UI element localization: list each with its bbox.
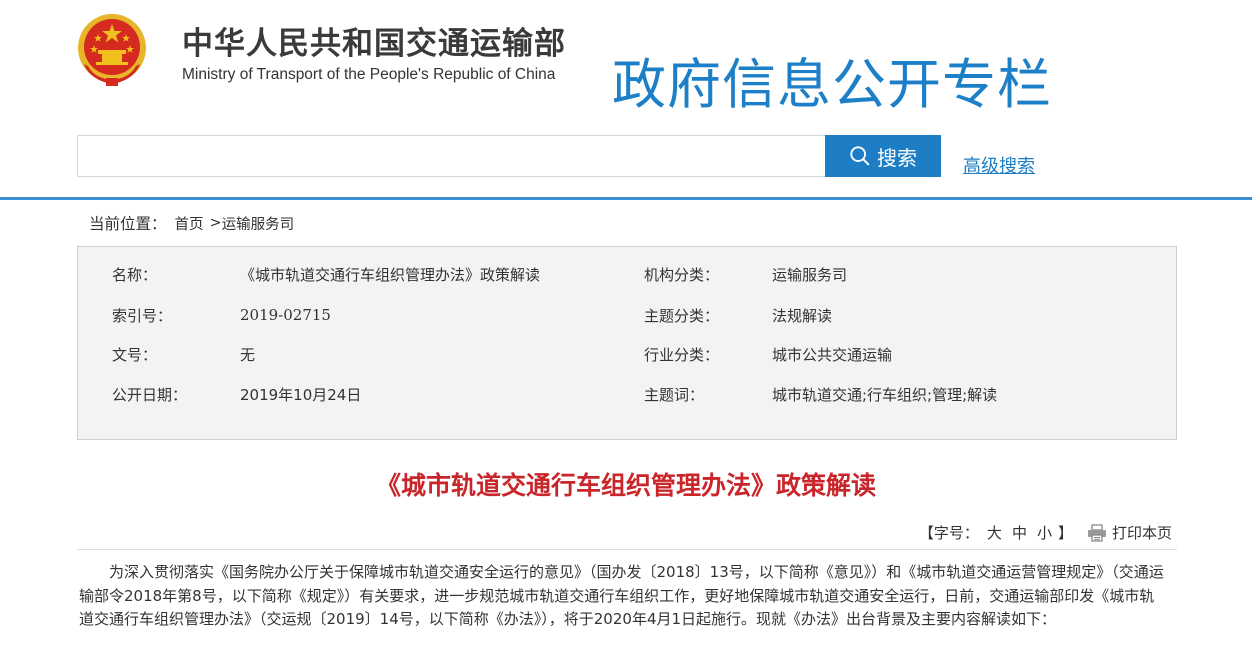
info-org-label: 机构分类：: [644, 266, 720, 284]
printer-icon: [1087, 523, 1106, 542]
article-paragraph: 为深入贯彻落实《国务院办公厅关于保障城市轨道交通安全运行的意见》（国办发〔201…: [79, 563, 1164, 628]
font-size-large-button[interactable]: 大: [987, 522, 1002, 543]
article-title: 《城市轨道交通行车组织管理办法》政策解读: [375, 471, 876, 500]
info-date-label: 公开日期：: [112, 386, 188, 404]
ministry-name-en: Ministry of Transport of the People's Re…: [182, 66, 556, 83]
info-keywords-label: 主题词：: [644, 386, 705, 404]
search-icon: [850, 146, 870, 166]
advanced-search-link[interactable]: 高级搜索: [963, 152, 1035, 178]
info-index-label: 索引号：: [112, 307, 173, 325]
info-date-value: 2019年10月24日: [240, 386, 362, 404]
header-divider: [0, 197, 1252, 200]
breadcrumb: 当前位置： 首页 > 运输服务司: [89, 212, 294, 234]
info-docno-label: 文号：: [112, 346, 158, 364]
print-label: 打印本页: [1111, 524, 1172, 542]
info-docno-value: 无: [240, 346, 256, 364]
font-size-label: 【字号：: [918, 524, 979, 542]
info-topic-label: 主题分类：: [644, 307, 720, 325]
info-keywords-value: 城市轨道交通;行车组织;管理;解读: [772, 386, 998, 404]
info-industry-value: 城市公共交通运输: [772, 346, 893, 364]
search-button-label: 搜索: [877, 145, 917, 170]
print-button[interactable]: 打印本页: [1087, 522, 1172, 543]
national-emblem-logo: [78, 14, 146, 86]
breadcrumb-current-link[interactable]: 运输服务司: [222, 213, 295, 234]
info-topic-value: 法规解读: [772, 307, 833, 325]
column-title: 政府信息公开专栏: [612, 53, 1052, 116]
font-size-medium-button[interactable]: 中: [1012, 522, 1027, 543]
info-industry-label: 行业分类：: [644, 346, 720, 364]
document-info-panel: 名称： 《城市轨道交通行车组织管理办法》政策解读 机构分类： 运输服务司 索引号…: [77, 246, 1177, 440]
article-divider: [77, 549, 1177, 550]
ministry-name-cn: 中华人民共和国交通运输部: [182, 26, 566, 62]
info-name-value: 《城市轨道交通行车组织管理办法》政策解读: [240, 266, 541, 284]
info-org-value: 运输服务司: [772, 266, 848, 284]
font-size-close: 】: [1057, 524, 1073, 542]
breadcrumb-home-link[interactable]: 首页: [175, 213, 204, 234]
font-size-small-button[interactable]: 小: [1037, 522, 1052, 543]
search-input[interactable]: [77, 135, 825, 177]
search-button[interactable]: 搜索: [825, 135, 941, 177]
breadcrumb-separator: >: [209, 215, 222, 231]
info-index-value: 2019-02715: [240, 306, 331, 324]
article-tools: 【字号： 大 中 小 】 打印本页: [919, 522, 1172, 543]
breadcrumb-label: 当前位置：: [89, 215, 167, 233]
info-name-label: 名称：: [112, 266, 158, 284]
